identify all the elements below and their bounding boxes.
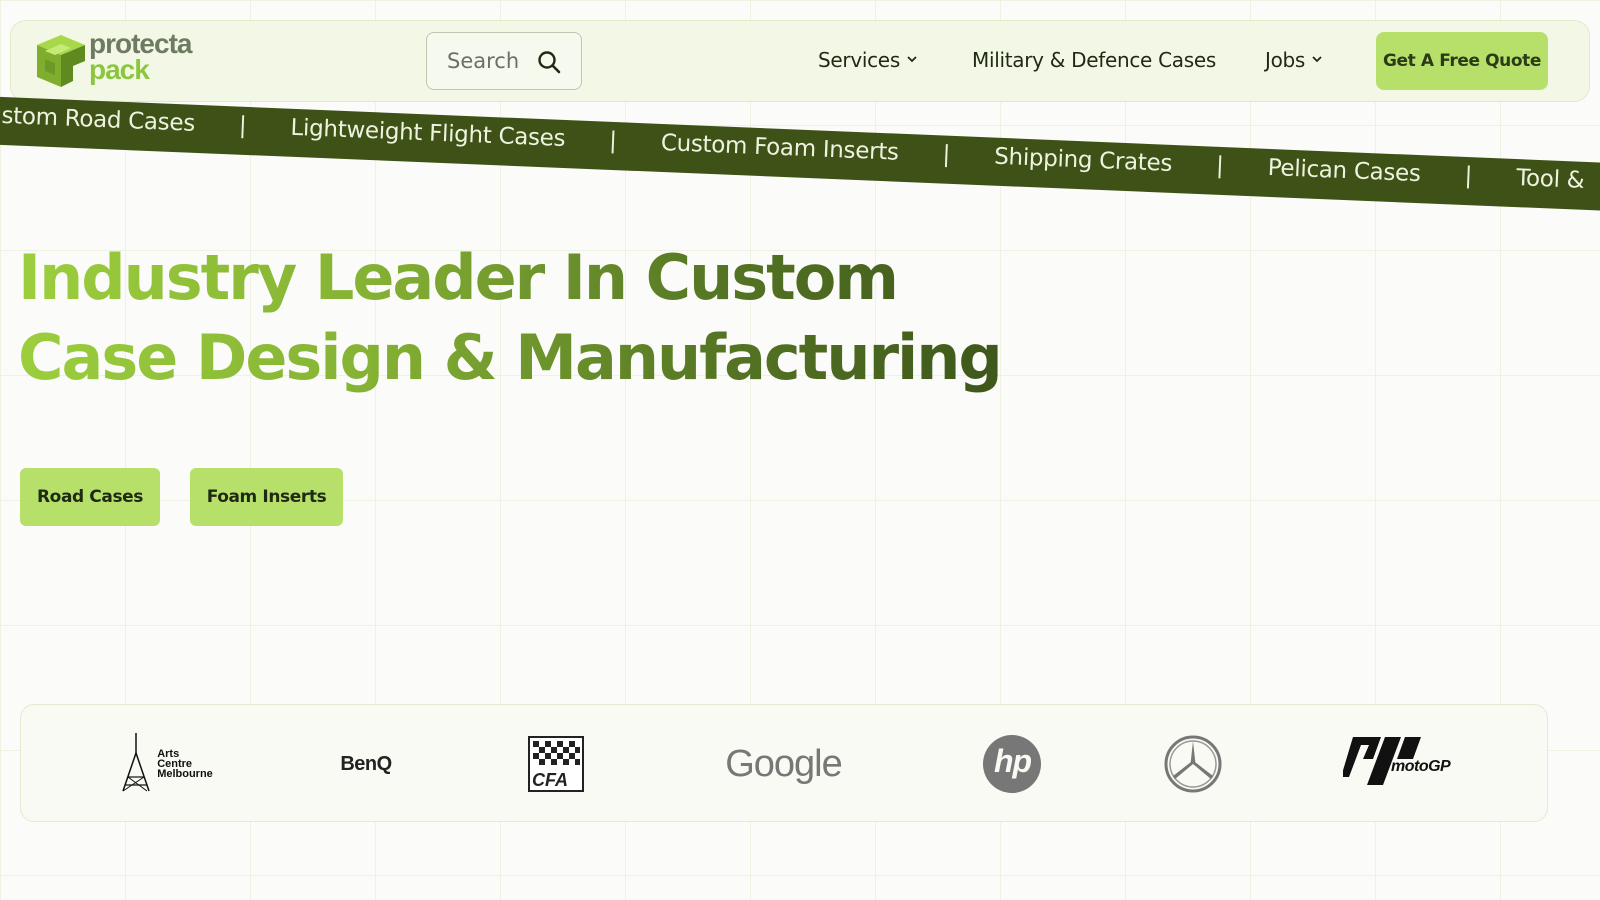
motogp-logo-text: motoGP xyxy=(1391,758,1451,775)
ticker-separator: | xyxy=(942,141,951,168)
ticker-separator: | xyxy=(1215,152,1225,180)
logo-text-line2: pack xyxy=(89,54,150,85)
ticker-separator: | xyxy=(608,127,618,155)
ticker-track: ustom Road Cases | Lightweight Flight Ca… xyxy=(0,102,1593,194)
logo-wordmark: protecta pack xyxy=(89,30,192,85)
ticker-item-foam-inserts[interactable]: Custom Foam Inserts xyxy=(652,130,907,166)
hero-title: Industry Leader In Custom Case Design & … xyxy=(18,238,1018,398)
chevron-down-icon xyxy=(1312,56,1322,63)
hero-title-line2: Case Design & Manufacturing xyxy=(18,321,1001,394)
hero-title-line1: Industry Leader In Custom xyxy=(18,241,898,314)
hp-logo: hp xyxy=(981,705,1043,823)
benq-logo-text: BenQ xyxy=(340,752,392,775)
protecta-pack-logo-icon xyxy=(37,35,85,87)
site-logo[interactable]: protecta pack xyxy=(31,30,201,93)
spire-icon xyxy=(122,733,150,792)
ticker-item-flight-cases[interactable]: Lightweight Flight Cases xyxy=(282,114,574,152)
google-logo-text: Google xyxy=(725,742,843,785)
road-cases-button[interactable]: Road Cases xyxy=(20,468,160,526)
nav-military-defence-cases[interactable]: Military & Defence Cases xyxy=(972,48,1216,78)
ticker-item-pelican-cases[interactable]: Pelican Cases xyxy=(1259,155,1429,188)
nav-jobs-label: Jobs xyxy=(1265,48,1306,72)
nav-services[interactable]: Services xyxy=(818,48,918,78)
benq-logo: BenQ xyxy=(321,705,411,823)
motogp-logo: motoGP xyxy=(1341,705,1456,823)
search-icon[interactable] xyxy=(537,50,561,74)
ticker-item-road-cases[interactable]: ustom Road Cases xyxy=(0,102,203,137)
google-logo: Google xyxy=(711,705,856,823)
search-input[interactable] xyxy=(447,47,542,75)
client-logos-strip: Arts Centre Melbourne BenQ CFA Google hp xyxy=(20,704,1548,822)
ticker-separator: | xyxy=(238,112,248,139)
services-ticker: ustom Road Cases | Lightweight Flight Ca… xyxy=(0,96,1600,213)
ticker-item-tool[interactable]: Tool & xyxy=(1508,165,1593,194)
arts-centre-text: Melbourne xyxy=(157,768,213,780)
nav-jobs[interactable]: Jobs xyxy=(1265,48,1323,78)
search-box[interactable] xyxy=(426,32,582,90)
mercedes-star-icon xyxy=(1164,735,1222,793)
ticker-item-shipping-crates[interactable]: Shipping Crates xyxy=(986,143,1181,177)
nav-military-label: Military & Defence Cases xyxy=(972,48,1216,72)
get-free-quote-button[interactable]: Get A Free Quote xyxy=(1376,32,1548,90)
foam-inserts-button[interactable]: Foam Inserts xyxy=(190,468,343,526)
mercedes-benz-logo xyxy=(1162,705,1224,823)
cfa-logo: CFA xyxy=(526,705,586,823)
hp-logo-text: hp xyxy=(994,743,1032,779)
chevron-down-icon xyxy=(907,56,917,63)
arts-centre-melbourne-logo: Arts Centre Melbourne xyxy=(111,705,221,823)
cfa-logo-text: CFA xyxy=(532,770,568,790)
ticker-separator: | xyxy=(1464,162,1473,190)
site-header: protecta pack Services Military & Defenc… xyxy=(10,20,1590,102)
nav-services-label: Services xyxy=(818,48,900,72)
